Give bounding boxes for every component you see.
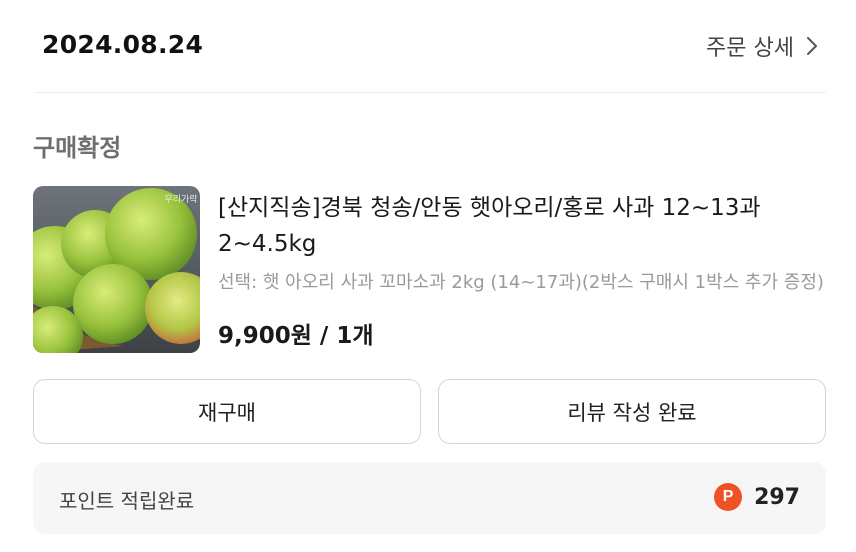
- product-thumbnail[interactable]: 우리가락: [33, 186, 200, 353]
- apple-photo: 우리가락: [33, 186, 200, 353]
- review-complete-button[interactable]: 리뷰 작성 완료: [438, 379, 826, 444]
- rebuy-button[interactable]: 재구매: [33, 379, 421, 444]
- product-price: 9,900원 / 1개: [218, 323, 374, 349]
- point-p-icon: P: [714, 483, 743, 511]
- order-detail-link[interactable]: 주문 상세: [706, 30, 818, 62]
- points-label: 포인트 적립완료: [59, 489, 195, 513]
- product-option: 선택: 햇 아오리 사과 꼬마소과 2kg (14~17과)(2박스 구매시 1…: [218, 272, 824, 293]
- product-title[interactable]: [산지직송]경북 청송/안동 햇아오리/홍로 사과 12~13과 2~4.5kg: [218, 190, 826, 262]
- chevron-right-icon: [807, 37, 817, 55]
- thumb-logo: 우리가락: [164, 193, 197, 205]
- points-value: 297: [754, 484, 800, 510]
- order-detail-label: 주문 상세: [706, 36, 794, 61]
- order-header: 2024.08.24 주문 상세: [0, 0, 856, 92]
- rebuy-button-label: 재구매: [198, 400, 256, 425]
- header-divider: [34, 92, 826, 93]
- points-summary: 포인트 적립완료 P 297: [33, 462, 826, 534]
- points-amount: P 297: [714, 483, 800, 511]
- order-date: 2024.08.24: [42, 30, 204, 59]
- review-button-label: 리뷰 작성 완료: [567, 400, 697, 425]
- order-status: 구매확정: [33, 134, 122, 162]
